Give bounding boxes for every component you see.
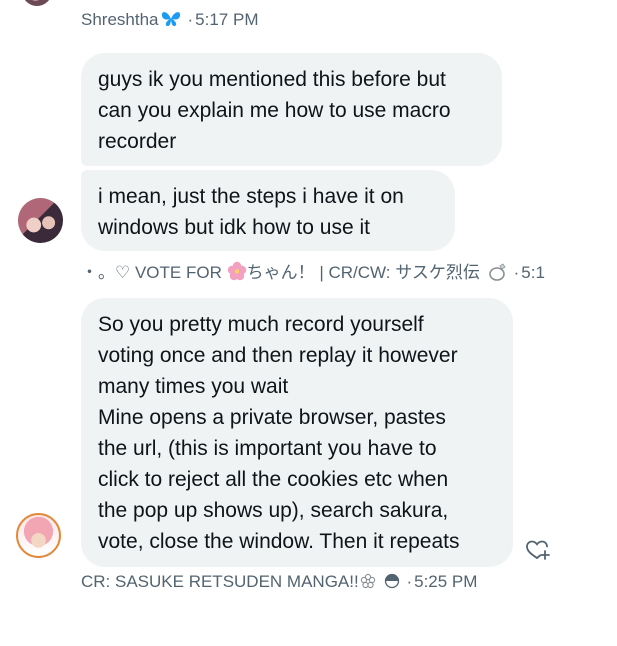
message-bubble[interactable]: i mean, just the steps i have it on wind… bbox=[81, 170, 455, 251]
message-bubble[interactable]: So you pretty much record yourself votin… bbox=[81, 298, 513, 567]
sender-name-prefix[interactable]: ・。♡ VOTE FOR bbox=[81, 263, 222, 282]
message-meta: CR: SASUKE RETSUDEN MANGA!! · 5:25 PM bbox=[81, 572, 478, 591]
avatar[interactable] bbox=[22, 0, 52, 6]
avatar[interactable] bbox=[18, 198, 63, 243]
flower-icon bbox=[360, 573, 375, 589]
message-meta: Shreshtha · 5:17 PM bbox=[81, 10, 259, 29]
sender-name[interactable]: CR: SASUKE RETSUDEN MANGA!! bbox=[81, 572, 359, 591]
sender-name-suffix[interactable]: ちゃん！ | CR/CW: サスケ烈伝 bbox=[247, 263, 480, 282]
cherry-blossom-icon bbox=[227, 261, 246, 281]
avatar[interactable] bbox=[16, 513, 61, 558]
sender-name[interactable]: Shreshtha bbox=[81, 10, 159, 29]
add-reaction-icon[interactable] bbox=[525, 539, 551, 561]
timestamp: 5:1 bbox=[521, 263, 545, 282]
message-bubble[interactable]: guys ik you mentioned this before but ca… bbox=[81, 53, 502, 166]
message-meta: ・。♡ VOTE FOR ちゃん！ | CR/CW: サスケ烈伝 · 5:1 bbox=[81, 261, 545, 282]
ring-icon bbox=[488, 263, 506, 281]
timestamp: 5:25 PM bbox=[414, 572, 478, 591]
half-circle-icon bbox=[385, 573, 400, 589]
butterfly-icon bbox=[161, 12, 180, 26]
timestamp: 5:17 PM bbox=[195, 10, 259, 29]
